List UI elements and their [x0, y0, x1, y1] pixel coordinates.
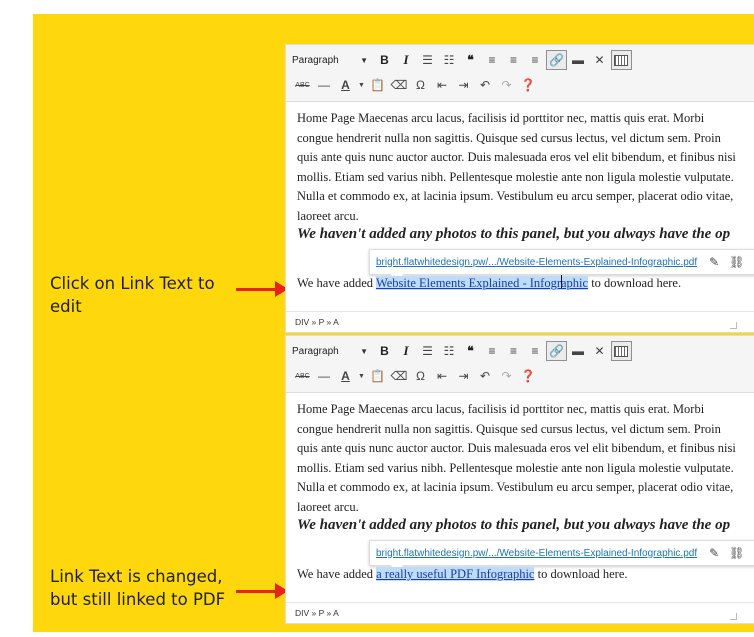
link-line: We have added a really useful PDF Infogr… [297, 565, 628, 583]
chevron-down-icon[interactable]: ▼ [357, 366, 367, 386]
line-text-before: We have added [297, 567, 374, 581]
strikethrough-icon[interactable]: ABC [292, 366, 313, 386]
panel-heading: We haven't added any photos to this pane… [297, 226, 731, 242]
align-left-icon[interactable]: ≡ [482, 341, 503, 361]
resize-handle[interactable] [730, 322, 737, 329]
align-right-icon[interactable]: ≡ [525, 341, 546, 361]
panel-heading: We haven't added any photos to this pane… [297, 517, 731, 533]
editor-toolbar: Paragraph ▼ B I ☰ ☷ ❝ ≡ ≡ ≡ 🔗 ▬ ✕ ABC — A… [286, 336, 754, 393]
help-icon[interactable]: ❓ [518, 366, 539, 386]
align-left-icon[interactable]: ≡ [482, 50, 503, 70]
red-arrow-top [236, 281, 288, 297]
editor-after: Paragraph ▼ B I ☰ ☷ ❝ ≡ ≡ ≡ 🔗 ▬ ✕ ABC — A… [285, 335, 754, 624]
element-path: DIV » P » A [286, 602, 754, 623]
paste-as-text-icon[interactable]: 📋 [367, 366, 388, 386]
insert-link-icon[interactable]: 🔗 [546, 341, 567, 361]
read-more-icon[interactable]: ▬ [568, 50, 589, 70]
bold-icon[interactable]: B [374, 341, 395, 361]
special-character-icon[interactable]: Ω [410, 366, 431, 386]
editor-before: Paragraph ▼ B I ☰ ☷ ❝ ≡ ≡ ≡ 🔗 ▬ ✕ ABC — A… [285, 44, 754, 333]
bullet-list-icon[interactable]: ☰ [417, 341, 438, 361]
line-text-after: to download here. [537, 567, 628, 581]
read-more-icon[interactable]: ▬ [568, 341, 589, 361]
element-path: DIV » P » A [286, 311, 754, 332]
link-popup: bright.flatwhitedesign.pw/.../Website-El… [369, 540, 754, 566]
blockquote-icon[interactable]: ❝ [460, 50, 481, 70]
link-popup: bright.flatwhitedesign.pw/.../Website-El… [369, 249, 754, 275]
toolbar-toggle-icon[interactable] [610, 341, 632, 361]
redo-icon[interactable]: ↷ [496, 366, 517, 386]
editor-content[interactable]: Home Page Maecenas arcu lacus, facilisis… [286, 393, 754, 602]
annotation-click-link: Click on Link Text to edit [50, 274, 215, 316]
strikethrough-icon[interactable]: ABC [292, 75, 313, 95]
pencil-icon[interactable]: ✎ [709, 255, 719, 269]
bold-icon[interactable]: B [374, 50, 395, 70]
editor-toolbar: Paragraph ▼ B I ☰ ☷ ❝ ≡ ≡ ≡ 🔗 ▬ ✕ ABC — A… [286, 45, 754, 102]
insert-link-icon[interactable]: 🔗 [546, 50, 567, 70]
format-select[interactable]: Paragraph ▼ [292, 346, 374, 357]
text-color-icon[interactable]: A [335, 75, 356, 95]
link-text[interactable]: Website Elements Explained - Infographic [375, 275, 589, 290]
align-center-icon[interactable]: ≡ [503, 341, 524, 361]
align-center-icon[interactable]: ≡ [503, 50, 524, 70]
body-paragraph: Home Page Maecenas arcu lacus, facilisis… [297, 402, 736, 514]
text-color-icon[interactable]: A [335, 366, 356, 386]
line-text-after: to download here. [591, 276, 682, 290]
unlink-icon[interactable]: ⛓ [729, 255, 744, 269]
blockquote-icon[interactable]: ❝ [460, 341, 481, 361]
resize-handle[interactable] [730, 613, 737, 620]
italic-icon[interactable]: I [396, 341, 417, 361]
align-right-icon[interactable]: ≡ [525, 50, 546, 70]
indent-icon[interactable]: ⇥ [453, 366, 474, 386]
bullet-list-icon[interactable]: ☰ [417, 50, 438, 70]
paste-as-text-icon[interactable]: 📋 [367, 75, 388, 95]
numbered-list-icon[interactable]: ☷ [439, 341, 460, 361]
unlink-icon[interactable]: ⛓ [729, 546, 744, 560]
redo-icon[interactable]: ↷ [496, 75, 517, 95]
clear-formatting-icon[interactable]: ⌫ [389, 75, 410, 95]
fullscreen-icon[interactable]: ✕ [589, 341, 610, 361]
chevron-down-icon[interactable]: ▼ [357, 75, 367, 95]
toolbar-toggle-icon[interactable] [610, 50, 632, 70]
annotation-link-changed: Link Text is changed, but still linked t… [50, 567, 226, 609]
line-text-before: We have added [297, 276, 374, 290]
numbered-list-icon[interactable]: ☷ [439, 50, 460, 70]
pencil-icon[interactable]: ✎ [709, 546, 719, 560]
link-url[interactable]: bright.flatwhitedesign.pw/.../Website-El… [376, 548, 697, 559]
undo-icon[interactable]: ↶ [475, 366, 496, 386]
chevron-down-icon: ▼ [360, 55, 368, 65]
editor-content[interactable]: Home Page Maecenas arcu lacus, facilisis… [286, 102, 754, 311]
horizontal-line-icon[interactable]: — [314, 75, 335, 95]
outdent-icon[interactable]: ⇤ [432, 366, 453, 386]
italic-icon[interactable]: I [396, 50, 417, 70]
chevron-down-icon: ▼ [360, 346, 368, 356]
clear-formatting-icon[interactable]: ⌫ [389, 366, 410, 386]
body-paragraph: Home Page Maecenas arcu lacus, facilisis… [297, 111, 736, 223]
horizontal-line-icon[interactable]: — [314, 366, 335, 386]
link-line: We have added Website Elements Explained… [297, 274, 681, 292]
outdent-icon[interactable]: ⇤ [432, 75, 453, 95]
format-select[interactable]: Paragraph ▼ [292, 55, 374, 66]
link-url[interactable]: bright.flatwhitedesign.pw/.../Website-El… [376, 257, 697, 268]
special-character-icon[interactable]: Ω [410, 75, 431, 95]
link-text[interactable]: a really useful PDF Infographic [376, 567, 535, 581]
undo-icon[interactable]: ↶ [475, 75, 496, 95]
red-arrow-bottom [236, 583, 288, 599]
help-icon[interactable]: ❓ [518, 75, 539, 95]
indent-icon[interactable]: ⇥ [453, 75, 474, 95]
fullscreen-icon[interactable]: ✕ [589, 50, 610, 70]
